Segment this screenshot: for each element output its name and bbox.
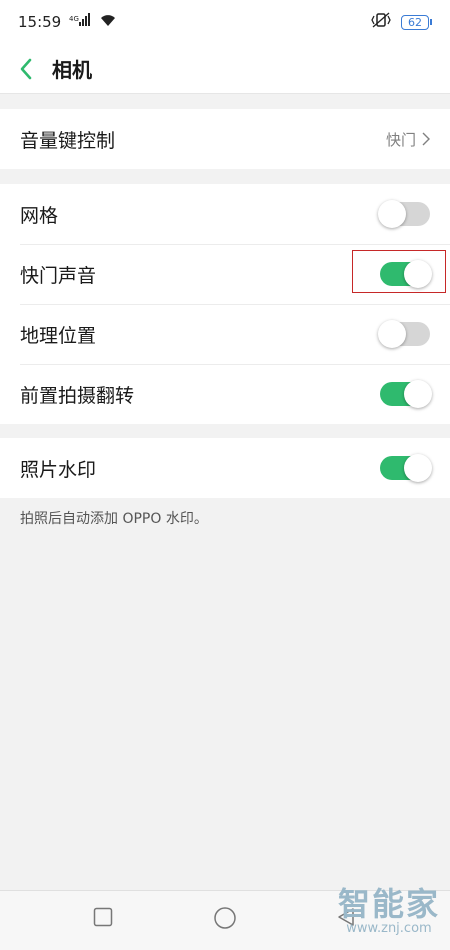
toggle-row-grid: 网格 [0,184,450,244]
photo-watermark-toggle[interactable] [380,454,432,482]
toggle-row-location: 地理位置 [0,304,450,364]
grid-toggle[interactable] [378,200,430,228]
watermark-description: 拍照后自动添加 OPPO 水印。 [20,511,208,527]
toggle-knob [404,454,432,482]
site-watermark-name: 智能家 [337,885,440,923]
toggles-group: 网格 快门声音 地理位置 前置拍摄翻转 [0,184,450,424]
toggle-label: 网格 [20,204,59,227]
photo-watermark-group: 照片水印 [0,438,450,498]
status-time: 15:59 [18,13,62,31]
front-flip-toggle[interactable] [380,380,432,408]
site-watermark: 智能家 www.znj.com [338,886,440,936]
circle-icon[interactable] [213,906,237,934]
toggle-label: 快门声音 [20,264,97,287]
toggle-knob [378,200,406,228]
status-left: 15:59 4G [18,13,117,31]
site-watermark-url: www.znj.com [346,921,432,936]
volume-key-value-wrap: 快门 [386,129,430,150]
toggle-row-front-flip: 前置拍摄翻转 [0,364,450,424]
location-toggle[interactable] [378,320,430,348]
toggle-knob [404,380,432,408]
toggle-knob [378,320,406,348]
battery-level: 62 [401,14,429,30]
volume-key-value: 快门 [385,130,416,149]
volume-key-row[interactable]: 音量键控制 快门 [0,109,450,169]
toggle-label: 照片水印 [20,458,97,481]
status-right: 62 [371,12,432,32]
vibrate-icon [371,12,391,32]
wifi-icon [99,13,117,31]
svg-text:4G: 4G [69,15,79,23]
square-icon[interactable] [93,907,113,931]
back-icon[interactable] [4,47,48,91]
header: 相机 [0,44,450,94]
highlight-box [352,250,446,293]
battery-icon: 62 [401,14,432,30]
page-title: 相机 [52,58,92,82]
toggle-label: 前置拍摄翻转 [20,384,135,407]
toggle-label: 地理位置 [20,324,97,347]
toggle-row-photo-watermark: 照片水印 [0,438,450,498]
volume-key-group: 音量键控制 快门 [0,109,450,169]
signal-icon: 4G [69,13,91,31]
volume-key-label: 音量键控制 [20,129,116,152]
status-bar: 15:59 4G 62 [0,0,450,44]
chevron-right-icon [422,132,430,146]
